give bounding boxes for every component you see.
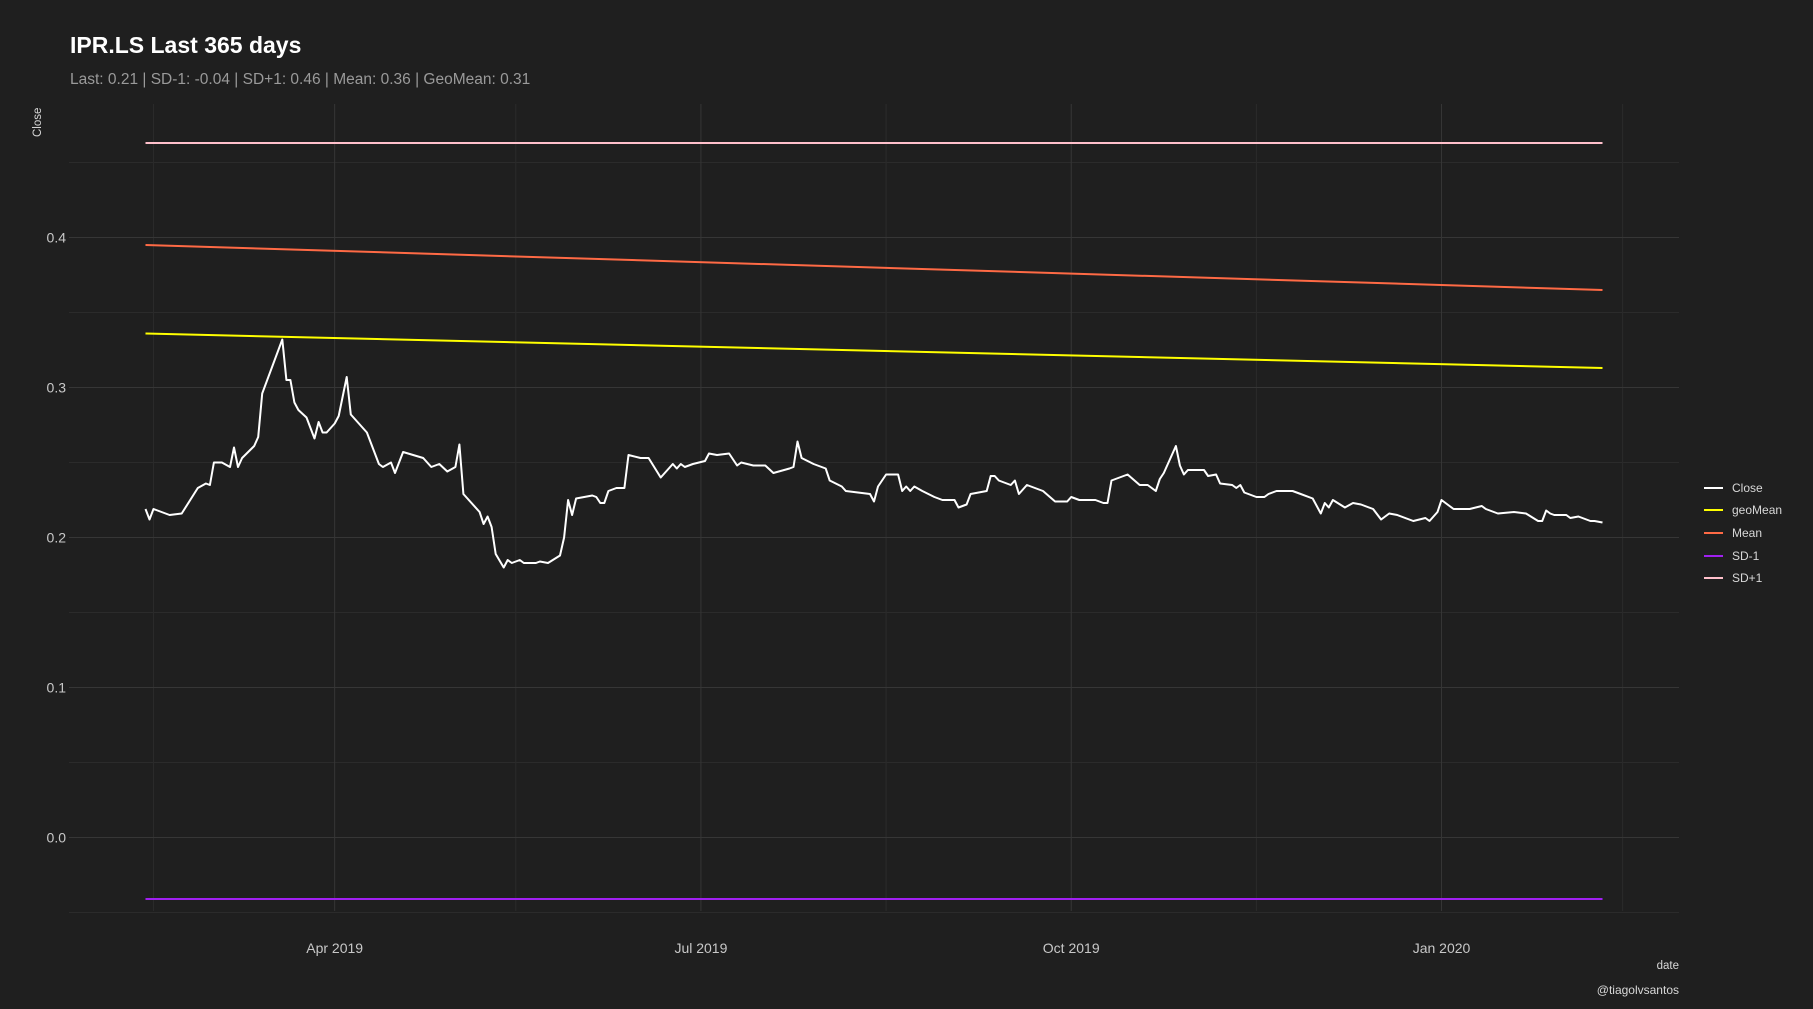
legend-label: SD+1 — [1732, 571, 1763, 585]
line-chart: IPR.LS Last 365 days Last: 0.21 | SD-1: … — [0, 0, 1813, 1009]
x-tick-label: Jul 2019 — [674, 940, 727, 956]
legend-label: geoMean — [1732, 503, 1782, 517]
y-tick-label: 0.3 — [47, 380, 67, 396]
x-axis-title: date — [1657, 960, 1679, 972]
legend-label: Close — [1732, 481, 1763, 495]
legend-label: SD-1 — [1732, 549, 1760, 563]
y-tick-label: 0.1 — [47, 680, 67, 696]
chart-subtitle: Last: 0.21 | SD-1: -0.04 | SD+1: 0.46 | … — [70, 71, 530, 88]
chart-caption: @tiagolvsantos — [1597, 983, 1679, 997]
y-tick-label: 0.4 — [47, 230, 67, 246]
chart-title: IPR.LS Last 365 days — [70, 32, 301, 58]
legend-label: Mean — [1732, 526, 1762, 540]
chart-background — [0, 0, 1813, 1009]
y-axis-title: Close — [32, 108, 44, 137]
x-tick-label: Oct 2019 — [1043, 940, 1100, 956]
y-tick-label: 0.2 — [47, 530, 67, 546]
x-tick-label: Jan 2020 — [1413, 940, 1471, 956]
x-tick-label: Apr 2019 — [306, 940, 363, 956]
y-tick-label: 0.0 — [47, 830, 67, 846]
